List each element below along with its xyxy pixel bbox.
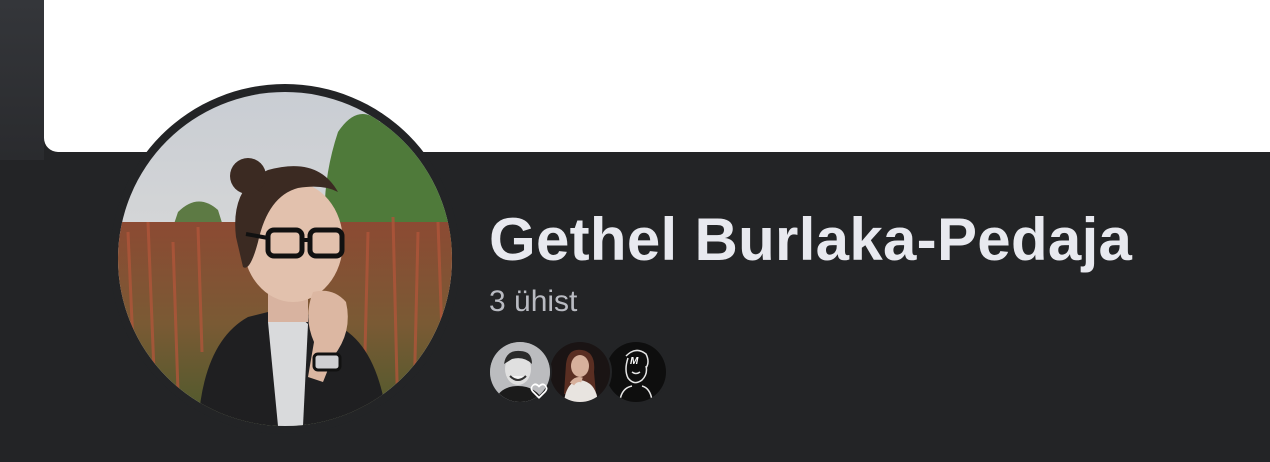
profile-header: Gethel Burlaka-Pedaja 3 ühist M <box>0 0 1270 462</box>
left-edge-shade <box>0 0 44 160</box>
svg-text:M: M <box>630 356 639 367</box>
profile-picture[interactable] <box>118 92 452 426</box>
mutual-friends-count[interactable]: 3 ühist <box>489 285 1132 319</box>
mutual-friend-avatar[interactable]: M <box>604 340 668 404</box>
mutual-friend-avatar[interactable] <box>548 340 612 404</box>
profile-info: Gethel Burlaka-Pedaja 3 ühist <box>489 205 1132 319</box>
profile-picture-frame[interactable] <box>110 84 460 434</box>
mutual-friends-avatars: M <box>488 340 668 404</box>
friend-avatar-woman-icon <box>550 342 610 402</box>
friend-avatar-sketch-icon: M <box>606 342 666 402</box>
profile-name[interactable]: Gethel Burlaka-Pedaja <box>489 205 1132 275</box>
profile-photo-illustration <box>118 92 452 426</box>
mutual-friend-avatar[interactable] <box>488 340 552 404</box>
heart-icon <box>530 383 548 399</box>
